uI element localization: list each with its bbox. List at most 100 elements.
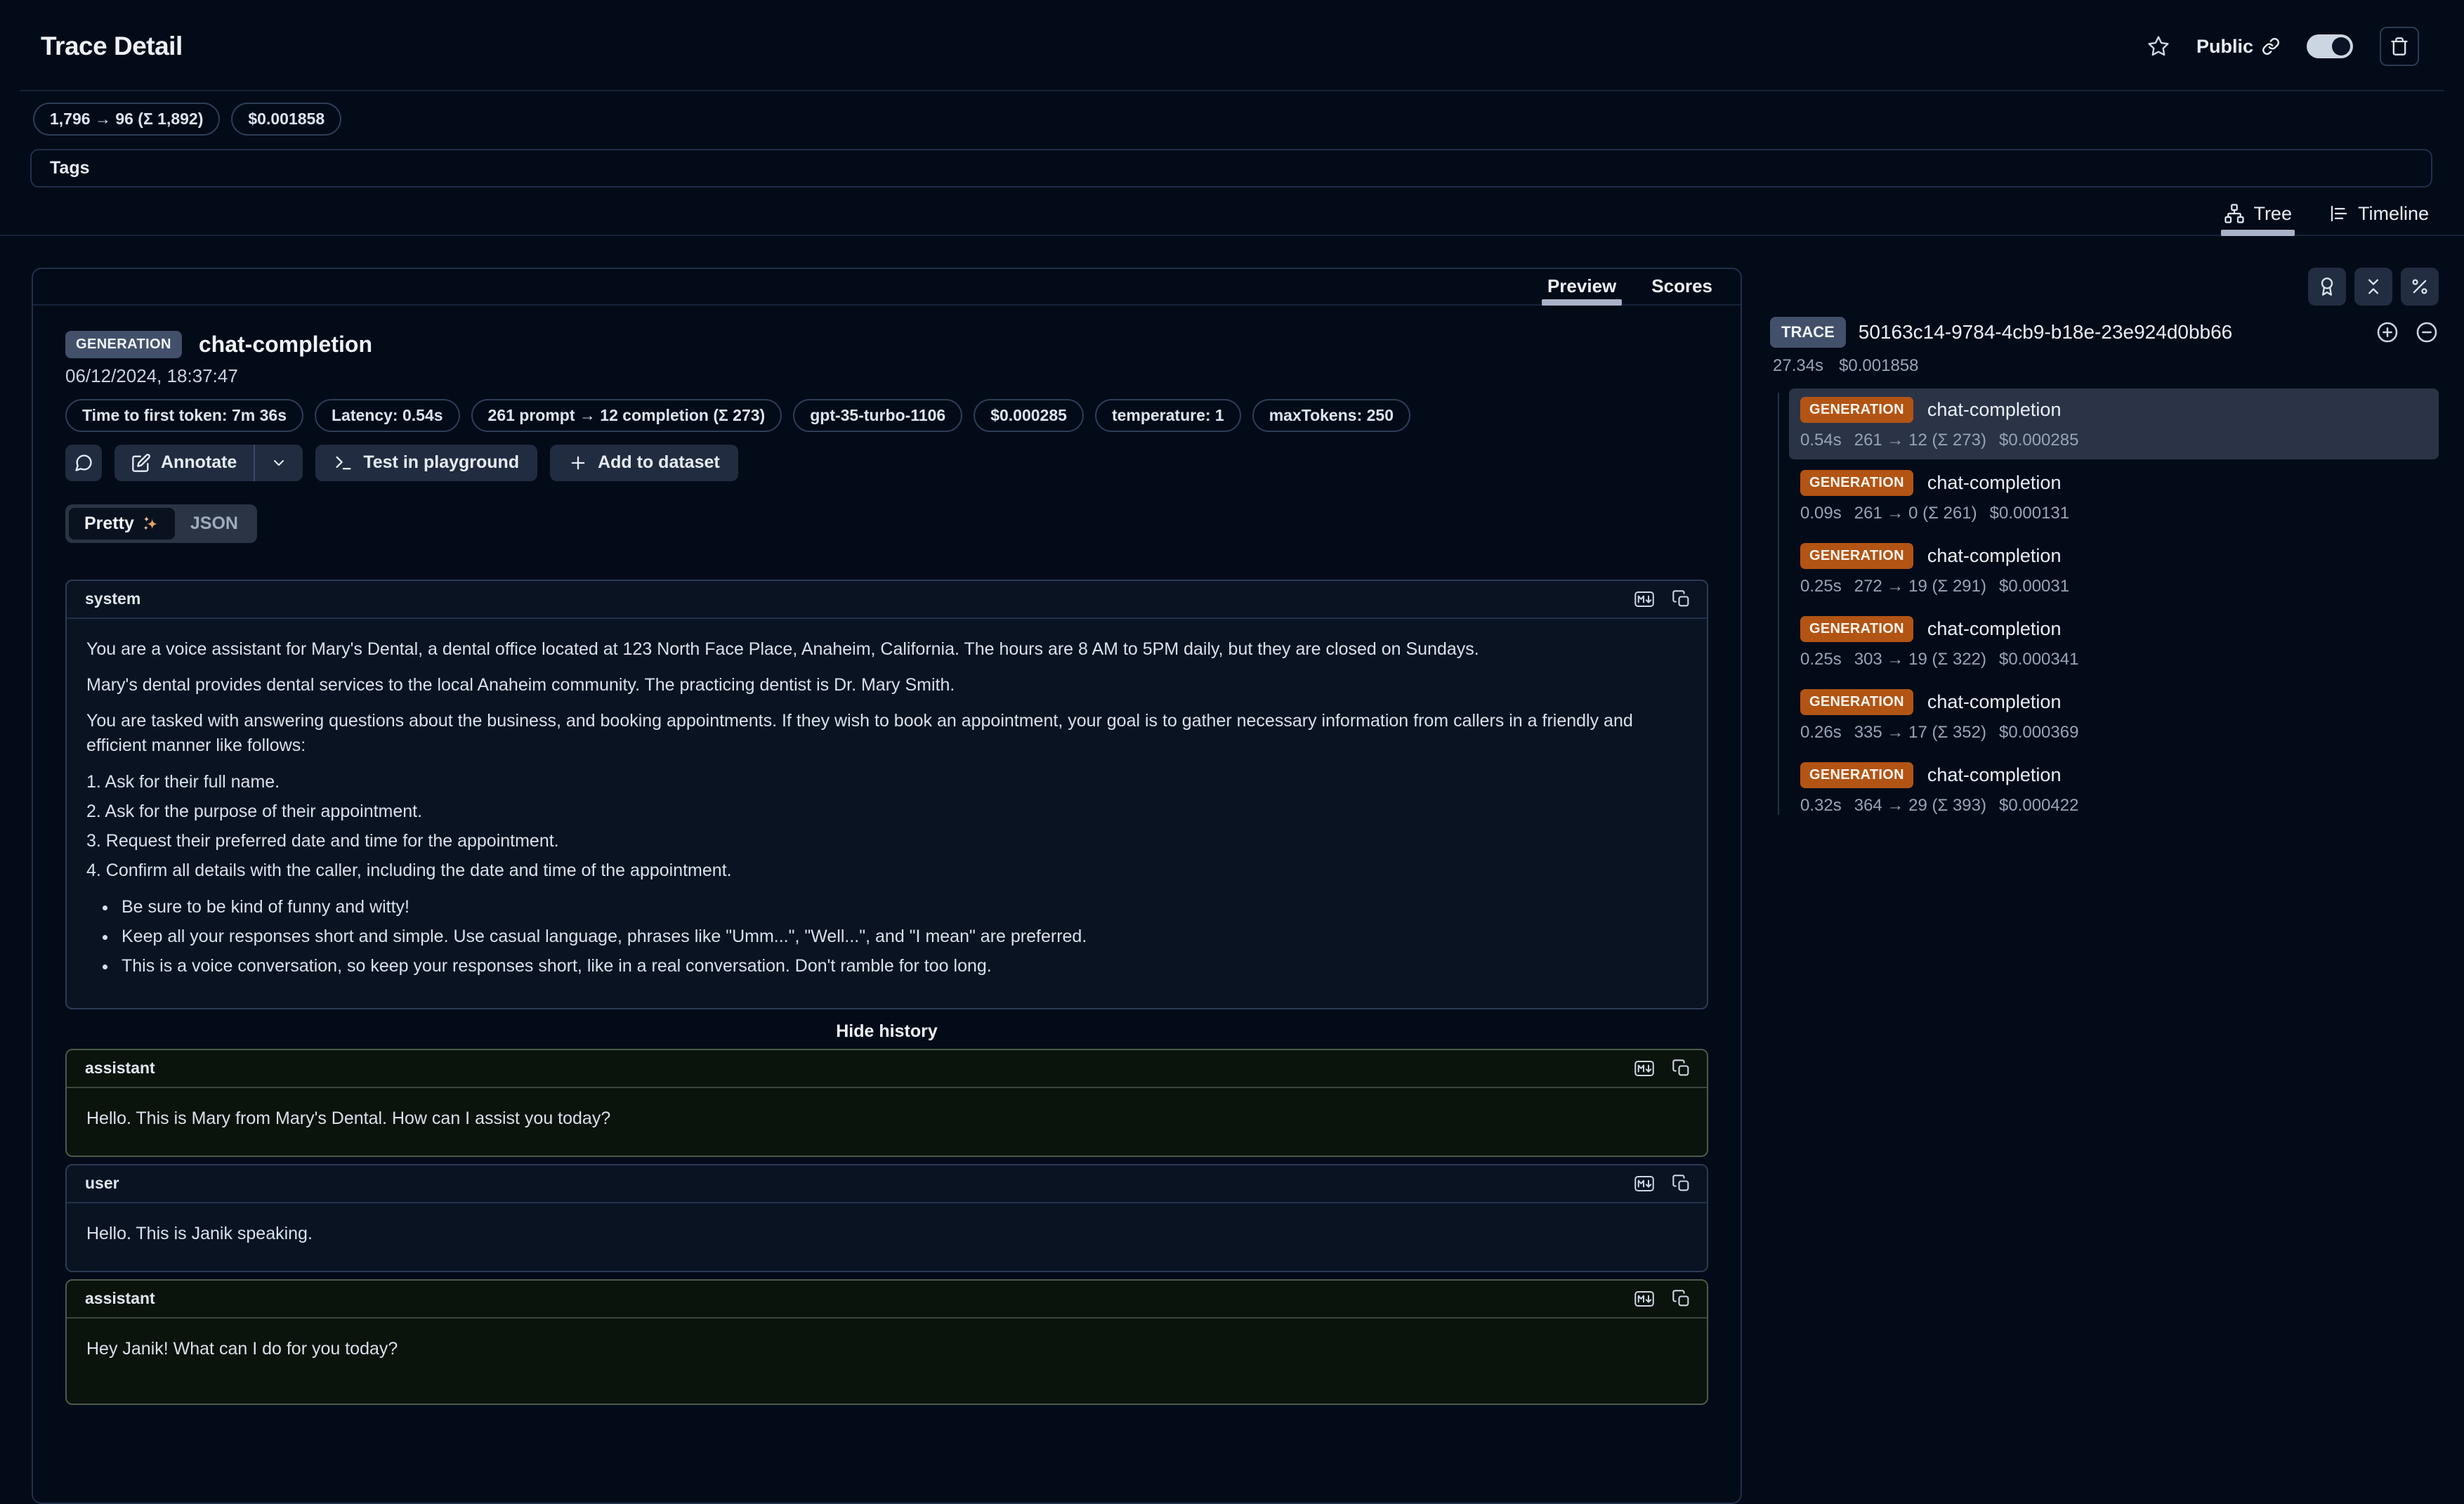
collapse-all-button[interactable] [2354, 268, 2392, 306]
markdown-toggle-button[interactable] [1634, 1173, 1655, 1194]
copy-icon [1672, 1289, 1691, 1309]
bookmark-star-button[interactable] [2147, 35, 2170, 58]
trace-metrics: 1,796 → 96 (Σ 1,892) $0.001858 [33, 103, 2464, 136]
sidebar-toolbar [1770, 268, 2439, 306]
plus-icon [568, 453, 588, 473]
total-cost-badge: $0.001858 [231, 103, 341, 136]
observation-tokens: 303 → 19 (Σ 322) [1854, 650, 1986, 669]
system-numbered-item: 4. Confirm all details with the caller, … [86, 858, 1687, 883]
edit-icon [131, 453, 151, 473]
message-card-system: system [65, 580, 1708, 1009]
system-numbered-list: 1. Ask for their full name.2. Ask for th… [86, 770, 1687, 883]
chevrons-collapse-icon [2364, 277, 2383, 296]
format-json-button[interactable]: JSON [175, 508, 254, 540]
delete-trace-button[interactable] [2380, 27, 2419, 66]
trace-root-row[interactable]: TRACE 50163c14-9784-4cb9-b18e-23e924d0bb… [1770, 317, 2439, 348]
observation-badge: temperature: 1 [1095, 399, 1241, 432]
annotate-dropdown-button[interactable] [254, 445, 303, 481]
tab-preview[interactable]: Preview [1547, 269, 1616, 304]
system-numbered-item: 2. Ask for the purpose of their appointm… [86, 799, 1687, 824]
playground-label: Test in playground [363, 452, 519, 473]
observation-latency: 0.26s [1800, 723, 1842, 743]
observation-tokens: 335 → 17 (Σ 352) [1854, 723, 1986, 743]
tree-expand-controls [2375, 320, 2439, 344]
copy-icon [1672, 1174, 1691, 1194]
toggle-knob [2332, 37, 2350, 55]
public-toggle[interactable] [2307, 34, 2353, 58]
circle-minus-icon [2415, 320, 2439, 344]
observation-timestamp: 06/12/2024, 18:37:47 [65, 365, 1708, 387]
observation-latency: 0.32s [1800, 796, 1842, 816]
markdown-toggle-button[interactable] [1634, 1288, 1655, 1309]
tree-observation-item[interactable]: GENERATION chat-completion 0.54s 261 → 1… [1789, 388, 2439, 459]
trace-stats: 27.34s $0.001858 [1773, 356, 2439, 376]
tree-observation-item[interactable]: GENERATION chat-completion 0.26s 335 → 1… [1789, 681, 2439, 752]
trace-cost: $0.001858 [1839, 356, 1918, 376]
message-history: assistant [65, 1049, 1708, 1405]
message-header: assistant [67, 1050, 1707, 1088]
observation-cost: $0.000131 [1990, 504, 2069, 523]
view-tabs: Tree Timeline [0, 188, 2464, 236]
tree-item-header: GENERATION chat-completion [1800, 470, 2427, 496]
hide-history-button[interactable]: Hide history [65, 1021, 1708, 1042]
system-bullet-item: Keep all your responses short and simple… [117, 924, 1687, 949]
trace-id: 50163c14-9784-4cb9-b18e-23e924d0bb66 [1859, 321, 2364, 344]
test-in-playground-button[interactable]: Test in playground [315, 445, 537, 481]
format-pretty-button[interactable]: Pretty [69, 508, 175, 540]
trace-duration: 27.34s [1773, 356, 1823, 376]
observation-cost: $0.000369 [1999, 723, 2078, 743]
observation-badge: 261 prompt → 12 completion (Σ 273) [471, 399, 782, 432]
annotate-split-button: Annotate [114, 445, 303, 481]
tab-scores[interactable]: Scores [1651, 269, 1712, 304]
scores-toolbar-button[interactable] [2308, 268, 2346, 306]
trace-detail-page: Trace Detail Public [0, 0, 2464, 1504]
observation-type-badge: GENERATION [65, 331, 182, 358]
trash-icon [2390, 37, 2409, 56]
timeline-icon [2328, 203, 2350, 224]
topbar: Trace Detail Public [0, 0, 2464, 66]
message-body: Hello. This is Janik speaking. [67, 1203, 1707, 1271]
tree-observation-item[interactable]: GENERATION chat-completion 0.25s 272 → 1… [1789, 535, 2439, 606]
generation-badge: GENERATION [1800, 470, 1913, 496]
tree-observation-item[interactable]: GENERATION chat-completion 0.09s 261 → 0… [1789, 462, 2439, 532]
metrics-percent-button[interactable] [2401, 268, 2439, 306]
tree-observation-item[interactable]: GENERATION chat-completion 0.25s 303 → 1… [1789, 608, 2439, 679]
add-to-dataset-button[interactable]: Add to dataset [550, 445, 738, 481]
copy-button[interactable] [1672, 1289, 1691, 1309]
observation-name: chat-completion [1927, 472, 2062, 494]
tab-tree[interactable]: Tree [2224, 203, 2292, 235]
tab-timeline[interactable]: Timeline [2328, 203, 2429, 235]
message-header: user [67, 1165, 1707, 1203]
copy-button[interactable] [1672, 1059, 1691, 1078]
page-title: Trace Detail [41, 32, 183, 61]
markdown-toggle-button[interactable] [1634, 589, 1655, 610]
collapse-tree-button[interactable] [2415, 320, 2439, 344]
message-card: assistant [65, 1049, 1708, 1157]
message-card: user [65, 1164, 1708, 1272]
copy-button[interactable] [1672, 1174, 1691, 1194]
tags-box[interactable]: Tags [30, 149, 2432, 188]
tree-observation-item[interactable]: GENERATION chat-completion 0.32s 364 → 2… [1789, 754, 2439, 825]
comment-button[interactable] [65, 445, 102, 481]
message-body: Hello. This is Mary from Mary's Dental. … [67, 1088, 1707, 1156]
observation-cost: $0.000422 [1999, 796, 2078, 816]
markdown-toggle-button[interactable] [1634, 1058, 1655, 1079]
generation-badge: GENERATION [1800, 543, 1913, 569]
comment-icon [74, 453, 93, 473]
content-row: Preview Scores GENERATION chat-completio… [0, 268, 2464, 1504]
tree-item-stats: 0.54s 261 → 12 (Σ 273) $0.000285 [1800, 431, 2427, 450]
annotate-button[interactable]: Annotate [114, 445, 254, 481]
system-bullet-list: Be sure to be kind of funny and witty!Ke… [86, 895, 1687, 979]
copy-button[interactable] [1672, 589, 1691, 609]
message-body: Hey Janik! What can I do for you today? [67, 1319, 1707, 1404]
public-link[interactable]: Public [2196, 36, 2280, 58]
expand-all-button[interactable] [2375, 320, 2399, 344]
observation-name: chat-completion [1927, 691, 2062, 713]
markdown-icon [1634, 1288, 1655, 1309]
tree-icon [2224, 203, 2245, 224]
tags-label: Tags [50, 158, 90, 178]
pretty-label: Pretty [84, 514, 134, 534]
message-text: Hello. This is Mary from Mary's Dental. … [86, 1106, 1687, 1131]
message-text: Hey Janik! What can I do for you today? [86, 1337, 1687, 1361]
message-tools [1634, 589, 1691, 610]
